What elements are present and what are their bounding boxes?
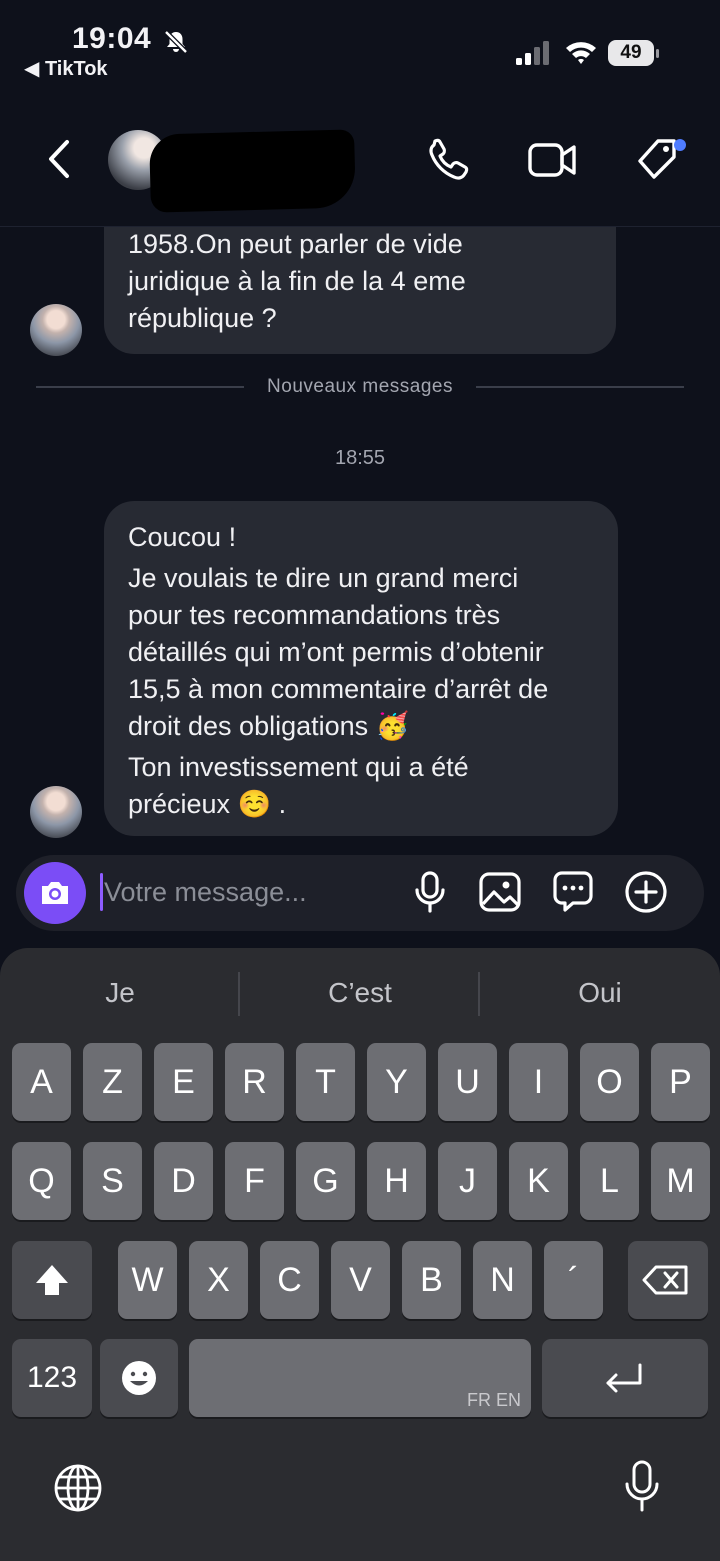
message-line: précieux ☺️ . (128, 789, 287, 819)
sender-avatar[interactable] (30, 304, 82, 356)
key-u[interactable]: U (438, 1043, 497, 1121)
message-input[interactable] (104, 872, 394, 912)
key-d[interactable]: D (154, 1142, 213, 1220)
sender-avatar[interactable] (30, 786, 82, 838)
sticker-chat-icon[interactable] (549, 868, 597, 916)
key-e[interactable]: E (154, 1043, 213, 1121)
key-r[interactable]: R (225, 1043, 284, 1121)
cellular-signal-icon (516, 41, 549, 65)
key-a[interactable]: A (12, 1043, 71, 1121)
message-bubble[interactable]: Coucou ! Je voulais te dire un grand mer… (104, 501, 618, 836)
key-p[interactable]: P (651, 1043, 710, 1121)
key-w[interactable]: W (118, 1241, 177, 1319)
suggestion-1[interactable]: Je (0, 970, 240, 1016)
video-camera-icon[interactable] (526, 133, 580, 187)
key-q[interactable]: Q (12, 1142, 71, 1220)
battery-level: 49 (608, 40, 654, 66)
dictation-microphone-icon[interactable] (618, 1458, 666, 1516)
notification-dot (674, 139, 686, 151)
space-key[interactable]: FR EN (189, 1339, 531, 1417)
message-line: Coucou ! (128, 522, 237, 552)
key-m[interactable]: M (651, 1142, 710, 1220)
suggestion-2[interactable]: C’est (240, 970, 480, 1016)
key-b[interactable]: B (402, 1241, 461, 1319)
tag-icon[interactable] (632, 133, 686, 187)
gallery-icon[interactable] (476, 868, 524, 916)
numbers-key[interactable]: 123 (12, 1339, 92, 1417)
chevron-left-icon[interactable] (34, 132, 88, 186)
language-label: FR EN (467, 1390, 521, 1410)
key-t[interactable]: T (296, 1043, 355, 1121)
message-line: juridique à la fin de la 4 eme (128, 266, 466, 296)
key-g[interactable]: G (296, 1142, 355, 1220)
key-v[interactable]: V (331, 1241, 390, 1319)
back-to-app-link[interactable]: ◀ TikTok (24, 56, 108, 81)
key-l[interactable]: L (580, 1142, 639, 1220)
battery-indicator: 49 (608, 40, 660, 68)
status-time: 19:04 (72, 22, 152, 55)
message-line: Ton investissement qui a été (128, 752, 469, 782)
key-z[interactable]: Z (83, 1043, 142, 1121)
key-s[interactable]: S (83, 1142, 142, 1220)
camera-icon (42, 882, 68, 904)
message-line: 15,5 à mon commentaire d’arrêt de (128, 674, 549, 704)
key-c[interactable]: C (260, 1241, 319, 1319)
silent-bell-icon (164, 30, 188, 54)
globe-icon[interactable] (52, 1462, 104, 1514)
message-line: Je voulais te dire un grand merci (128, 563, 519, 593)
key-o[interactable]: O (580, 1043, 639, 1121)
return-arrow-icon (606, 1363, 642, 1393)
microphone-icon[interactable] (406, 868, 454, 916)
text-caret (100, 873, 103, 911)
message-line: république ? (128, 303, 277, 333)
key-accent[interactable]: ´ (544, 1241, 603, 1319)
emoji-key[interactable] (100, 1339, 178, 1417)
wifi-icon (566, 42, 596, 64)
redacted-contact-name (149, 129, 356, 213)
new-messages-separator: Nouveaux messages (267, 376, 453, 397)
key-f[interactable]: F (225, 1142, 284, 1220)
message-line: pour tes recommandations très (128, 600, 501, 630)
shift-arrow-icon (36, 1265, 68, 1295)
message-timestamp: 18:55 (334, 447, 386, 469)
backspace-icon (642, 1265, 688, 1295)
key-j[interactable]: J (438, 1142, 497, 1220)
key-y[interactable]: Y (367, 1043, 426, 1121)
camera-button[interactable] (24, 862, 86, 924)
shift-key[interactable] (12, 1241, 92, 1319)
key-h[interactable]: H (367, 1142, 426, 1220)
phone-icon[interactable] (422, 133, 476, 187)
key-x[interactable]: X (189, 1241, 248, 1319)
message-line: détaillés qui m’ont permis d’obtenir (128, 637, 544, 667)
message-line: droit des obligations 🥳 (128, 711, 410, 741)
key-k[interactable]: K (509, 1142, 568, 1220)
key-n[interactable]: N (473, 1241, 532, 1319)
suggestion-3[interactable]: Oui (480, 970, 720, 1016)
return-key[interactable] (542, 1339, 708, 1417)
emoji-smiley-icon (122, 1361, 156, 1395)
delete-key[interactable] (628, 1241, 708, 1319)
message-line: 1958.On peut parler de vide (128, 229, 463, 259)
key-i[interactable]: I (509, 1043, 568, 1121)
plus-circle-icon[interactable] (622, 868, 670, 916)
